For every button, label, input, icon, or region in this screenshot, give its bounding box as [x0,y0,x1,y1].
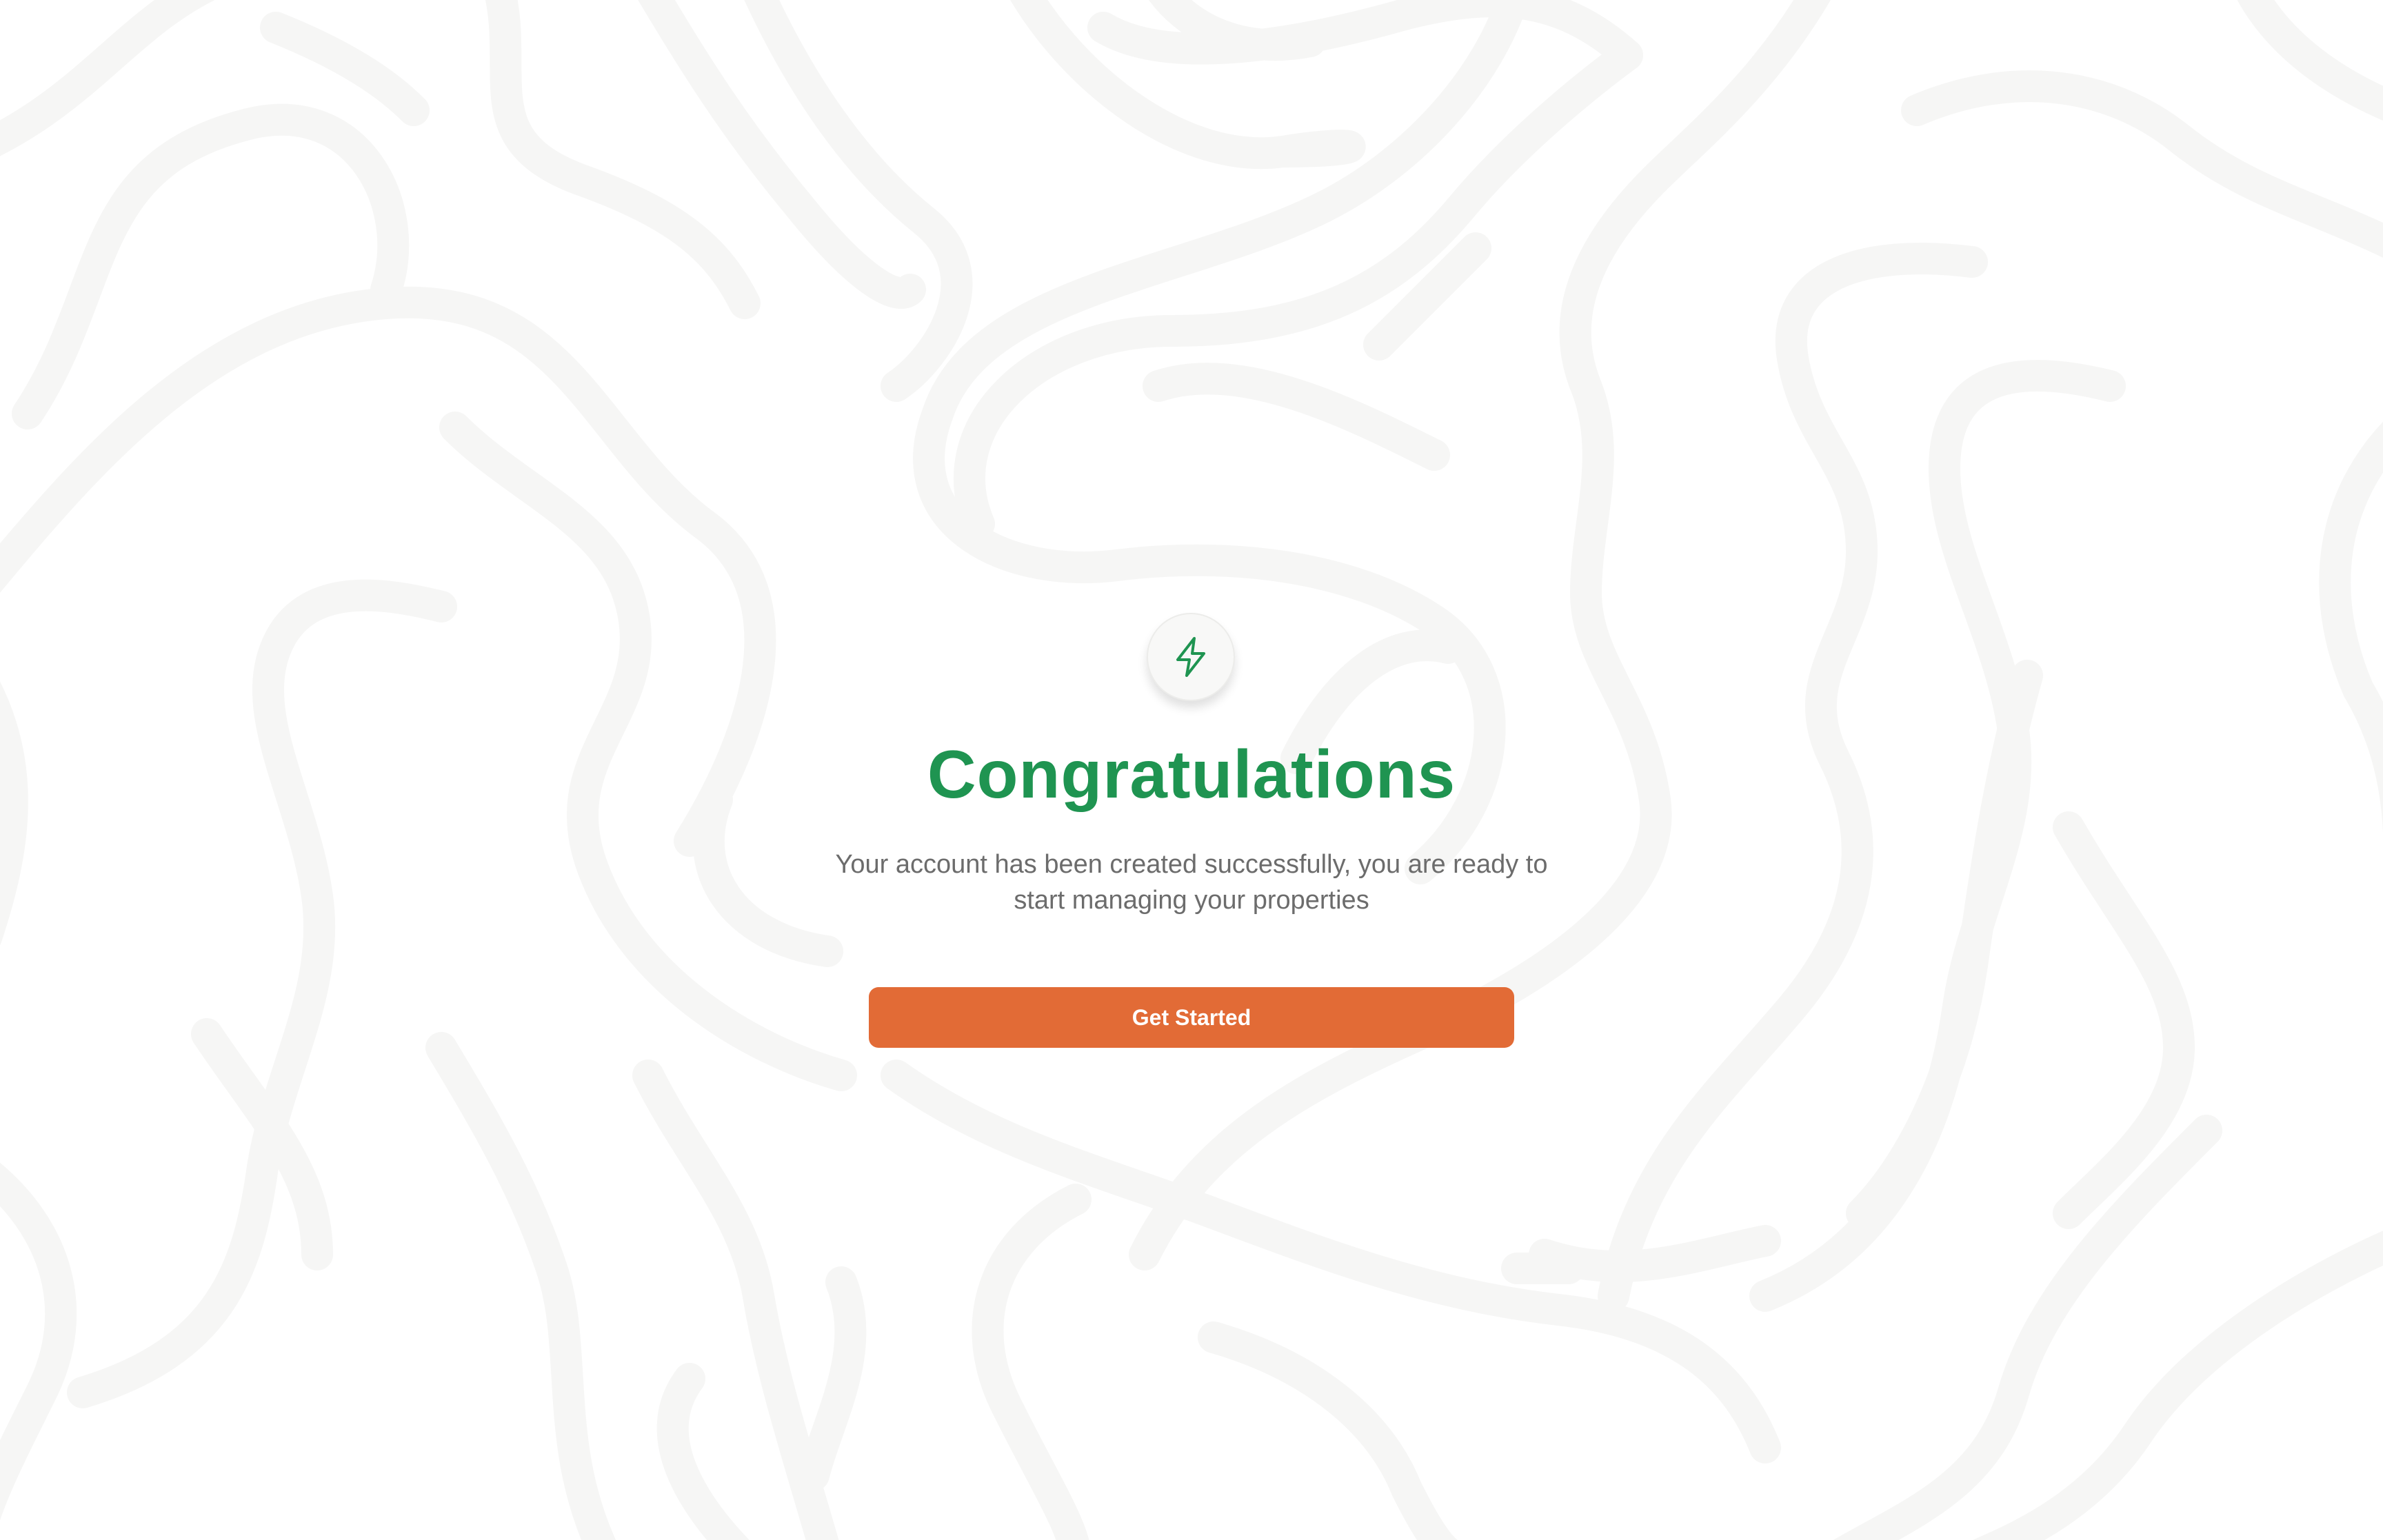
success-page: Congratulations Your account has been cr… [0,0,2383,1540]
success-icon-badge [1147,613,1235,701]
page-title: Congratulations [927,736,1456,812]
success-content: Congratulations Your account has been cr… [0,0,2383,1540]
get-started-button[interactable]: Get Started [869,987,1514,1048]
success-message: Your account has been created successful… [835,850,1548,915]
lightning-bolt-icon [1176,637,1205,677]
